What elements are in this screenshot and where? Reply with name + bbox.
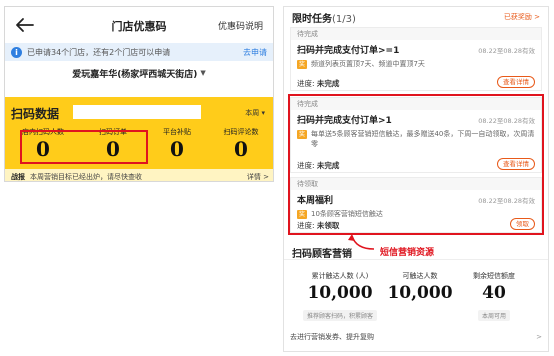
task-status: 待完成 [291, 28, 541, 40]
battle-report-bar[interactable]: 战报 本周营销目标已经出炉，请尽快查收 详情 > [5, 169, 273, 181]
redacted-block [73, 105, 201, 119]
stat-value: 40 [482, 283, 506, 303]
task-card: 待完成 扫码并完成支付订单>=1 08.22至08.28有效 奖 频道列表页置顶… [290, 27, 542, 91]
stat-reachable: 可触达人数 10,000 [380, 271, 460, 303]
store-name: 爱玩嘉年华(杨家坪西城天街店) [72, 69, 198, 80]
view-details-button[interactable]: 查看详情 [497, 76, 535, 88]
store-coupon-panel: 门店优惠码 优惠码说明 i 已申请34个门店，还有2个门店可以申请 去申请 爱玩… [4, 6, 274, 182]
details-link[interactable]: 详情 > [247, 172, 269, 181]
stat-label: 剩余短信额度 [473, 272, 515, 280]
highlight-box [288, 94, 544, 235]
tasks-title: 限时任务(1/3) [292, 13, 356, 25]
task-date: 08.22至08.28有效 [478, 47, 535, 55]
reward-icon: 奖 [297, 60, 307, 69]
marketing-action-text: 去进行营销发券、提升复购 [290, 333, 374, 341]
rewards-link[interactable]: 已获奖励 > [504, 12, 540, 22]
marketing-action-row[interactable]: 去进行营销发券、提升复购 > [290, 329, 542, 345]
range-selector[interactable]: 本周 ▾ [245, 108, 265, 118]
divider [284, 259, 548, 260]
metric-scan-reviews: 扫码评论数 0 [209, 127, 273, 161]
stat-label: 可触达人数 [402, 272, 438, 280]
task-name: 扫码并完成支付订单>=1 [297, 46, 400, 56]
metric-label: 平台补贴 [163, 128, 191, 136]
chevron-right-icon: > [536, 333, 542, 341]
stat-sub: 本周可用 [477, 310, 510, 321]
stat-sub: 推荐顾客扫码，积累顾客 [302, 310, 377, 321]
report-text: 本周营销目标已经出炉，请尽快查收 [30, 173, 142, 181]
metric-platform-subsidy: 平台补贴 0 [145, 127, 209, 161]
stat-label: 累计触达人数 (人) [311, 272, 369, 280]
apply-link[interactable]: 去申请 [243, 47, 267, 58]
annotation-label: 短信营销资源 [380, 248, 435, 258]
tasks-header: 限时任务(1/3) 已获奖励 > [284, 7, 548, 27]
task-progress: 进度: 未完成 [297, 79, 340, 88]
info-icon: i [11, 46, 22, 58]
chevron-down-icon: ▼ [200, 69, 206, 77]
metric-value: 0 [234, 137, 248, 161]
store-selector[interactable]: 爱玩嘉年华(杨家坪西城天街店) ▼ [5, 61, 273, 85]
header: 门店优惠码 优惠码说明 [5, 7, 273, 43]
scan-data-title: 扫码数据 [11, 107, 60, 121]
limited-tasks-panel: 限时任务(1/3) 已获奖励 > 待完成 扫码并完成支付订单>=1 08.22至… [283, 6, 549, 352]
notice-text: 已申请34个门店，还有2个门店可以申请 [27, 47, 171, 57]
highlight-box [20, 130, 148, 164]
report-label: 战报 [11, 173, 25, 181]
marketing-title: 扫码顾客营销 [292, 249, 352, 260]
notice-bar: i 已申请34个门店，还有2个门店可以申请 去申请 [5, 43, 273, 61]
stat-value: 10,000 [387, 283, 453, 303]
stat-value: 10,000 [307, 283, 373, 303]
coupon-help-link[interactable]: 优惠码说明 [218, 19, 263, 32]
task-desc: 频道列表页置顶7天、频道中置顶7天 [311, 60, 425, 68]
stat-sms-quota: 剩余短信额度 40 本周可用 [454, 271, 534, 322]
metric-label: 扫码评论数 [223, 128, 259, 136]
stat-total-reached: 累计触达人数 (人) 10,000 推荐顾客扫码，积累顾客 [300, 271, 380, 322]
metric-value: 0 [170, 137, 184, 161]
